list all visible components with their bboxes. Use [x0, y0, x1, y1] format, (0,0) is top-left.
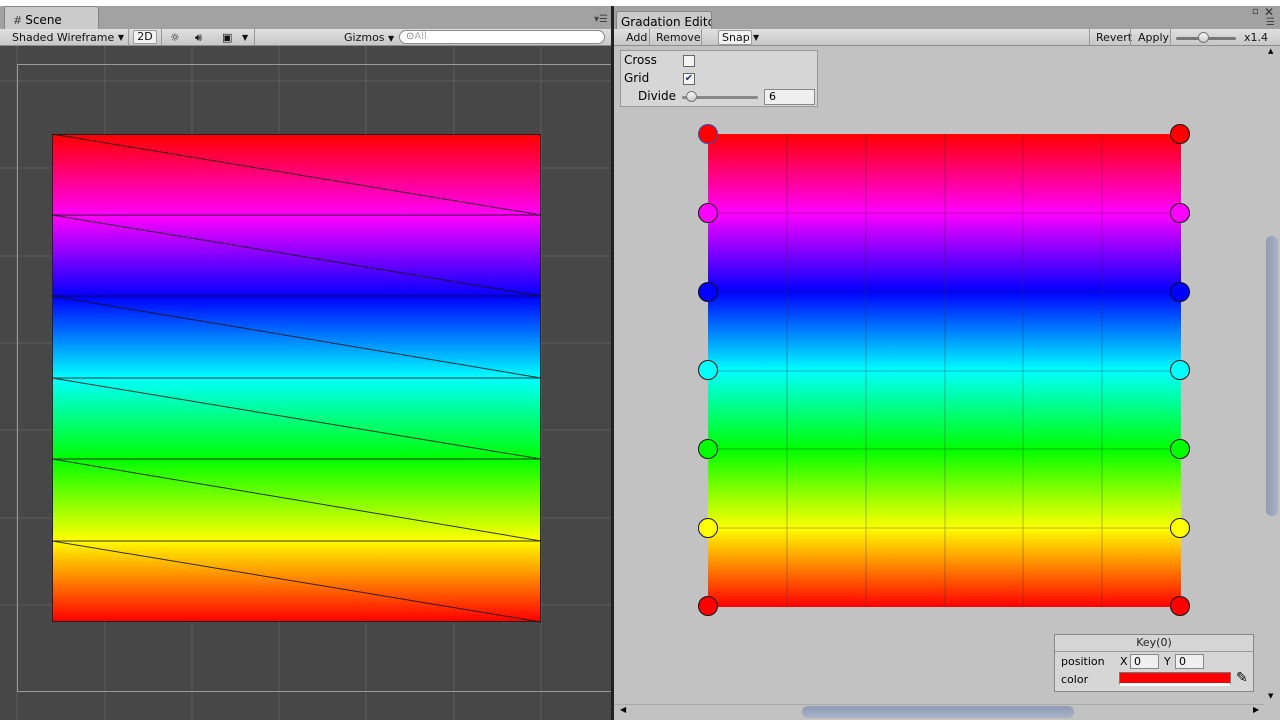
gradient-key-handle[interactable]	[698, 518, 718, 538]
shading-mode-dropdown[interactable]: Shaded Wireframe ▼	[6, 30, 128, 45]
x-label: X	[1120, 655, 1128, 668]
toolbar-divider	[1130, 29, 1131, 46]
gradient-key-handle[interactable]	[1170, 439, 1190, 459]
chevron-down-icon: ▼	[388, 34, 395, 43]
2d-mode-button[interactable]: 2D	[133, 30, 157, 44]
snap-toggle-button[interactable]: Snap	[718, 30, 752, 45]
checkmark-icon: ✔	[684, 73, 694, 84]
gradient-key-handle[interactable]	[1170, 596, 1190, 616]
eyedropper-icon[interactable]: ✎	[1236, 670, 1248, 686]
divide-slider-thumb[interactable]	[686, 91, 697, 102]
remove-key-button[interactable]: Remove	[650, 30, 707, 45]
chevron-down-icon: ▼	[117, 33, 124, 42]
toolbar-divider	[701, 29, 702, 46]
toolbar-divider	[128, 29, 129, 46]
scroll-left-icon[interactable]: ◀	[620, 705, 626, 714]
key-panel-title: Key(0)	[1136, 636, 1172, 649]
position-x-input[interactable]: 0	[1130, 654, 1159, 669]
toolbar-divider	[254, 29, 255, 46]
gradient-key-handle[interactable]	[698, 360, 718, 380]
scene-viewport[interactable]	[0, 46, 612, 720]
zoom-slider-thumb[interactable]	[1198, 32, 1209, 43]
scene-toolbar: Shaded Wireframe ▼ 2D ☼ 🔊︎ ▣ ▼ Gizmos ▼ …	[0, 29, 612, 46]
gizmos-label: Gizmos	[344, 31, 385, 44]
grid-label: Grid	[624, 71, 650, 85]
scroll-up-icon[interactable]: ▲	[1268, 47, 1273, 55]
tab-scene-label: Scene	[25, 13, 62, 27]
divide-input[interactable]: 6	[764, 89, 815, 105]
scroll-down-icon[interactable]: ▼	[1268, 692, 1273, 700]
panel-menu-icon[interactable]: ▾☰	[594, 14, 608, 25]
color-field[interactable]	[1119, 672, 1231, 686]
cross-label: Cross	[624, 53, 657, 67]
speaker-icon[interactable]: 🔊︎	[191, 30, 206, 45]
search-input[interactable]: ⊙All	[399, 30, 605, 44]
maximize-icon[interactable]: ▫	[1252, 6, 1259, 17]
gradient-key-handle[interactable]	[1170, 124, 1190, 144]
key-panel-divider	[1055, 651, 1253, 652]
gradient-key-handle[interactable]	[698, 203, 718, 223]
toolbar-divider	[161, 29, 162, 46]
gradient-key-handle[interactable]	[698, 124, 718, 144]
zoom-level-label: x1.4	[1244, 31, 1269, 44]
editor-toolbar: Add Remove Snap ▼ Revert Apply x1.4	[614, 29, 1280, 46]
gradient-key-handle[interactable]	[1170, 518, 1190, 538]
gradient-key-handle[interactable]	[698, 596, 718, 616]
gradient-grid-overlay	[708, 134, 1181, 607]
gradient-key-handle[interactable]	[698, 282, 718, 302]
search-placeholder: All	[414, 31, 427, 42]
scroll-right-icon[interactable]: ▶	[1253, 705, 1259, 714]
gizmos-dropdown[interactable]: Gizmos ▼	[338, 30, 400, 45]
divide-label: Divide	[638, 89, 677, 103]
toolbar-divider	[1170, 29, 1171, 46]
color-label: color	[1061, 673, 1089, 686]
wireframe-overlay	[52, 134, 542, 623]
cross-checkbox[interactable]	[683, 55, 695, 67]
position-label: position	[1061, 655, 1105, 668]
panel-menu-icon[interactable]: ☰	[1266, 17, 1275, 28]
gradient-key-handle[interactable]	[1170, 360, 1190, 380]
sun-icon[interactable]: ☼	[166, 30, 184, 45]
gradient-key-handle[interactable]	[1170, 282, 1190, 302]
gradient-key-handle[interactable]	[1170, 203, 1190, 223]
chevron-down-icon[interactable]: ▼	[238, 30, 252, 45]
editor-tab-strip	[614, 6, 1280, 29]
grid-icon: #	[13, 14, 23, 27]
grid-checkbox[interactable]: ✔	[683, 73, 695, 85]
tab-gradation-editor[interactable]: Gradation Editc	[616, 11, 712, 30]
position-y-input[interactable]: 0	[1175, 654, 1204, 669]
gradient-key-handle[interactable]	[698, 439, 718, 459]
tab-scene[interactable]: # Scene	[4, 6, 99, 29]
horizontal-scrollbar-thumb[interactable]	[802, 706, 1074, 718]
shading-mode-label: Shaded Wireframe	[12, 31, 115, 44]
image-icon[interactable]: ▣	[218, 30, 236, 45]
chevron-down-icon[interactable]: ▼	[751, 30, 761, 45]
apply-button[interactable]: Apply	[1132, 30, 1175, 45]
vertical-scrollbar-thumb[interactable]	[1266, 236, 1278, 516]
y-label: Y	[1164, 655, 1171, 668]
